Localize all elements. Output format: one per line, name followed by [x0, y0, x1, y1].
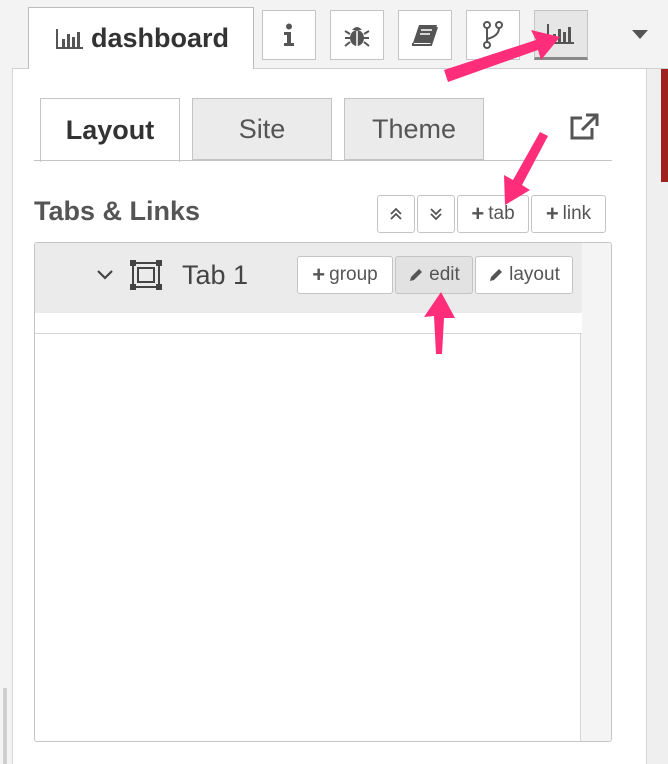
external-link-icon[interactable] [568, 112, 600, 142]
sidebar-menu-button[interactable] [620, 22, 660, 48]
pencil-icon [490, 269, 503, 281]
tab-frame-icon [130, 260, 162, 290]
left-scrollbar[interactable] [3, 688, 7, 764]
edit-tab-label: edit [429, 264, 460, 285]
dashboard-sidebar: dashboard Layout Site Theme Tabs & Links… [0, 0, 668, 764]
dashboard-tab[interactable]: dashboard [28, 7, 254, 69]
plus-icon: + [545, 201, 559, 226]
chevron-double-up-icon [390, 207, 402, 220]
add-tab-label: tab [488, 203, 515, 224]
dashboard-title: dashboard [91, 23, 230, 53]
tab-layout-label: layout [509, 264, 560, 285]
pencil-icon [410, 269, 423, 281]
git-branch-icon [483, 21, 503, 49]
tab-name: Tab 1 [182, 260, 249, 290]
tab-layout-button[interactable]: layout [475, 256, 573, 294]
book-icon [412, 25, 438, 46]
add-group-button[interactable]: + group [297, 256, 393, 294]
section-title: Tabs & Links [34, 196, 201, 226]
help-button[interactable] [398, 10, 452, 60]
git-button[interactable] [466, 10, 520, 60]
editor-edge [661, 68, 668, 182]
tab-site[interactable]: Site [192, 98, 332, 160]
debug-button[interactable] [330, 10, 384, 60]
plus-icon: + [312, 262, 326, 287]
collapse-all-button[interactable] [377, 195, 415, 233]
edit-tab-button[interactable]: edit [395, 256, 473, 294]
tab-row[interactable]: Tab 1 + group edit layout [35, 243, 582, 313]
info-button[interactable] [262, 10, 316, 60]
tab-theme-label: Theme [371, 113, 457, 144]
left-edge [0, 0, 13, 764]
tab-row-groups [35, 313, 582, 334]
info-icon [284, 23, 294, 46]
plus-icon: + [471, 201, 485, 226]
chart-icon [547, 24, 574, 44]
caret-down-icon [632, 30, 648, 39]
tab-theme[interactable]: Theme [344, 98, 484, 160]
dashboard-chart-button[interactable] [534, 10, 588, 60]
right-scroll-column [646, 68, 668, 764]
tab-list-scrollbar[interactable] [580, 243, 611, 741]
chevron-double-down-icon [430, 208, 442, 221]
tab-site-label: Site [238, 113, 286, 144]
add-tab-button[interactable]: + tab [457, 195, 529, 233]
expand-all-button[interactable] [417, 195, 455, 233]
chart-icon [56, 28, 83, 49]
tab-list: Tab 1 + group edit layout [34, 242, 612, 742]
bug-icon [344, 27, 370, 47]
tab-layout[interactable]: Layout [40, 98, 180, 162]
tab-layout-label: Layout [65, 115, 155, 145]
add-group-label: group [329, 264, 378, 285]
tabs-divider [34, 160, 612, 161]
add-link-button[interactable]: + link [531, 195, 606, 233]
sidebar-header: dashboard [12, 0, 668, 69]
chevron-down-icon[interactable] [95, 267, 115, 283]
add-link-label: link [562, 203, 592, 224]
